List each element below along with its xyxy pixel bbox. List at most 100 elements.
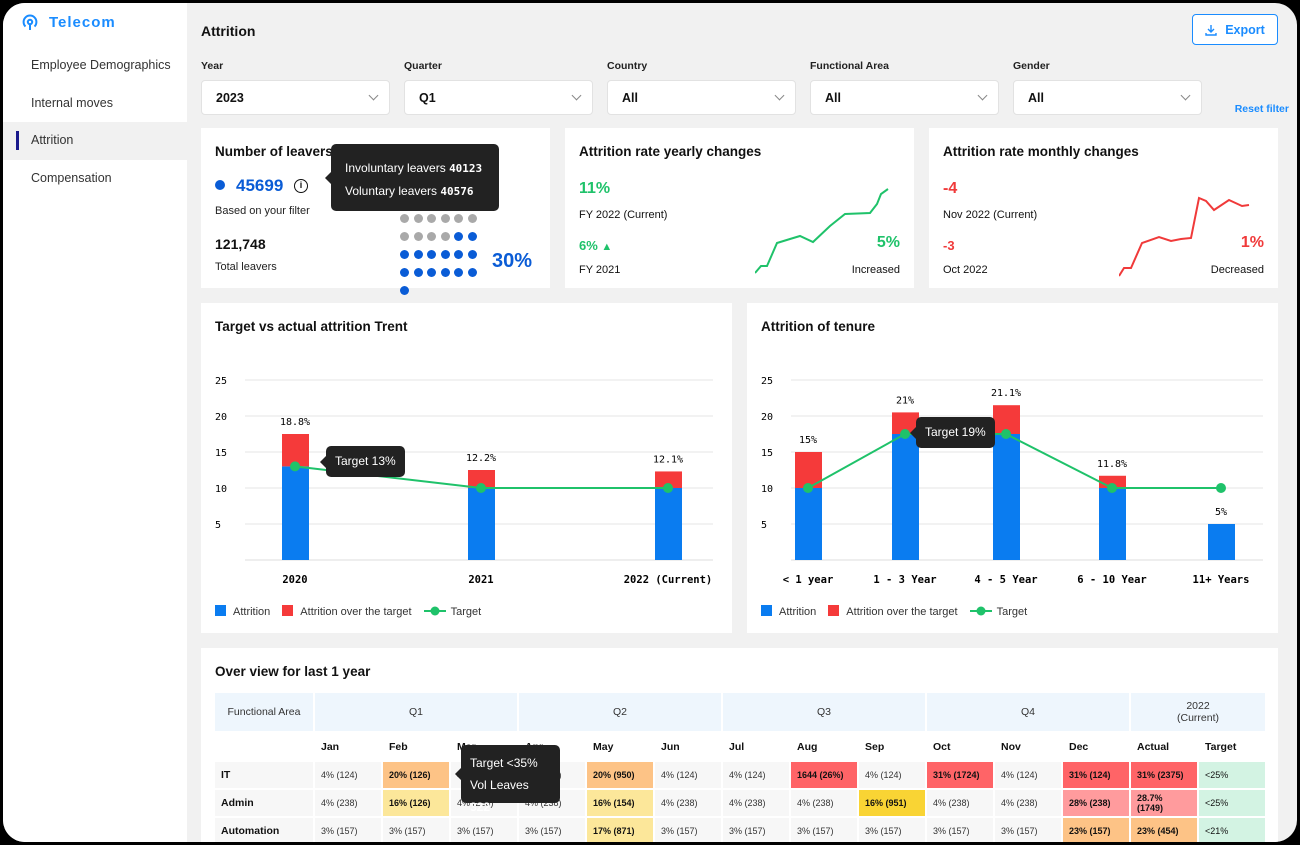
table-cell[interactable]: 3% (157) bbox=[315, 818, 381, 842]
person-dot bbox=[454, 267, 463, 277]
bar-attrition bbox=[282, 466, 309, 560]
table-group-header: Functional Area Q1 Q2 Q3 Q4 2022 (Current… bbox=[215, 693, 1265, 731]
target-point bbox=[290, 461, 300, 472]
bar-attrition bbox=[1208, 524, 1235, 560]
person-dot bbox=[467, 267, 477, 277]
table-cell[interactable]: 3% (157) bbox=[995, 818, 1061, 842]
table-cell[interactable]: 20% (950) bbox=[587, 762, 653, 788]
table-cell[interactable]: 23% (157) bbox=[1063, 818, 1129, 842]
table-cell[interactable]: 16% (154) bbox=[587, 790, 653, 816]
table-cell[interactable]: 4% (238) bbox=[995, 790, 1061, 816]
table-row: IT4% (124)20% (126)4% (124)4% (124)20% (… bbox=[215, 762, 1265, 788]
section-title: Over view for last 1 year bbox=[215, 664, 371, 679]
table-cell[interactable]: 31% (1724) bbox=[927, 762, 993, 788]
filter-label: Quarter bbox=[404, 60, 442, 72]
table-cell[interactable]: 28.7% (1749) bbox=[1131, 790, 1197, 816]
info-icon[interactable]: i bbox=[294, 179, 308, 193]
filter-country: Country All bbox=[607, 60, 796, 115]
table-cell[interactable]: <21% bbox=[1199, 818, 1265, 842]
legend-target[interactable]: Target bbox=[969, 606, 1027, 618]
card-title: Attrition rate yearly changes bbox=[579, 144, 762, 159]
table-cell[interactable]: 3% (157) bbox=[791, 818, 857, 842]
export-button[interactable]: Export bbox=[1192, 14, 1278, 45]
table-cell[interactable]: 4% (124) bbox=[859, 762, 925, 788]
leavers-caption: Based on your filter bbox=[215, 205, 310, 217]
arrow-up-icon: ▲ bbox=[601, 241, 613, 253]
overview-table: Functional Area Q1 Q2 Q3 Q4 2022 (Current… bbox=[213, 691, 1267, 842]
target-point bbox=[1107, 483, 1117, 493]
table-cell[interactable]: 4% (124) bbox=[995, 762, 1061, 788]
filter-label: Functional Area bbox=[810, 60, 889, 72]
table-cell[interactable]: 4% (124) bbox=[723, 762, 789, 788]
table-cell[interactable]: 31% (2375) bbox=[1131, 762, 1197, 788]
table-cell[interactable]: 4% (238) bbox=[723, 790, 789, 816]
tooltip-label: Involuntary leavers bbox=[345, 161, 446, 175]
table-month-header: JanFebMarAprMayJunJulAugSepOctNovDecActu… bbox=[215, 733, 1265, 760]
table-cell[interactable]: <25% bbox=[1199, 790, 1265, 816]
previous-label: Oct 2022 bbox=[943, 264, 988, 276]
reset-filter-link[interactable]: Reset filter bbox=[1235, 103, 1289, 115]
year-select[interactable]: 2023 bbox=[201, 80, 390, 115]
cell-tooltip: Target <35% Vol Leaves 322 bbox=[455, 745, 560, 814]
table-cell[interactable]: 3% (157) bbox=[655, 818, 721, 842]
person-dot bbox=[413, 249, 423, 259]
table-cell[interactable]: 3% (157) bbox=[451, 818, 517, 842]
filter-label: Country bbox=[607, 60, 648, 72]
functional-area-select[interactable]: All bbox=[810, 80, 999, 115]
x-tick-label: 11+ Years bbox=[1193, 574, 1250, 586]
table-cell[interactable]: 16% (126) bbox=[383, 790, 449, 816]
y-tick-label: 10 bbox=[215, 484, 227, 495]
table-cell[interactable]: 4% (124) bbox=[315, 762, 381, 788]
country-select[interactable]: All bbox=[607, 80, 796, 115]
table-cell[interactable]: 4% (238) bbox=[791, 790, 857, 816]
month-header: Actual bbox=[1131, 733, 1197, 760]
legend-attrition[interactable]: Attrition bbox=[761, 605, 816, 618]
table-row: Admin 4% (238) 16% (126) 4% (238) 4% (238) 16… bbox=[215, 790, 1265, 816]
chart-tooltip: Target 13% bbox=[320, 446, 405, 477]
month-header: Oct bbox=[927, 733, 993, 760]
monthly-changes-card: Attrition rate monthly changes -4 Nov 20… bbox=[929, 128, 1278, 288]
sidebar-item-compensation[interactable]: Compensation bbox=[3, 160, 187, 198]
chart-legend: Attrition Attrition over the target Targ… bbox=[215, 605, 481, 618]
person-dot bbox=[413, 213, 423, 223]
change-value: 1% bbox=[1240, 234, 1264, 251]
previous-rate: 6% ▲ bbox=[579, 238, 612, 253]
table-cell[interactable]: 23% (454) bbox=[1131, 818, 1197, 842]
month-header: May bbox=[587, 733, 653, 760]
table-cell[interactable]: 4% (238) bbox=[927, 790, 993, 816]
legend-over-target[interactable]: Attrition over the target bbox=[828, 605, 958, 618]
bar-attrition bbox=[468, 488, 495, 560]
table-cell[interactable]: 20% (126) bbox=[383, 762, 449, 788]
table-cell[interactable]: 3% (157) bbox=[859, 818, 925, 842]
legend-attrition[interactable]: Attrition bbox=[215, 605, 270, 618]
legend-target[interactable]: Target bbox=[423, 606, 481, 618]
gender-select[interactable]: All bbox=[1013, 80, 1202, 115]
quarter-select[interactable]: Q1 bbox=[404, 80, 593, 115]
table-cell[interactable]: 3% (157) bbox=[723, 818, 789, 842]
sidebar-item-attrition[interactable]: Attrition bbox=[3, 122, 187, 160]
table-cell[interactable]: 1644 (26%) bbox=[791, 762, 857, 788]
legend-over-target[interactable]: Attrition over the target bbox=[282, 605, 412, 618]
quarter-header: Q1 bbox=[315, 693, 517, 731]
table-cell[interactable]: 31% (124) bbox=[1063, 762, 1129, 788]
month-header: Dec bbox=[1063, 733, 1129, 760]
sidebar-item-internal-moves[interactable]: Internal moves bbox=[3, 85, 187, 123]
table-cell[interactable]: 16% (951) bbox=[859, 790, 925, 816]
sidebar-item-employee-demographics[interactable]: Employee Demographics bbox=[3, 47, 187, 85]
table-cell[interactable]: 17% (871) bbox=[587, 818, 653, 842]
table-cell[interactable]: 4% (124) bbox=[655, 762, 721, 788]
table-cell[interactable]: 4% (238) bbox=[655, 790, 721, 816]
target-vs-actual-chart: 5 10 15 20 25 18.8% 2020 12.2% 2021 12.1% 2022 (Cu… bbox=[215, 376, 713, 586]
table-cell[interactable]: 3% (157) bbox=[519, 818, 585, 842]
current-rate: -4 bbox=[943, 180, 958, 197]
table-cell[interactable]: <25% bbox=[1199, 762, 1265, 788]
x-tick-label: 6 - 10 Year bbox=[1077, 574, 1147, 586]
leavers-percent: 30% bbox=[492, 250, 533, 272]
previous-value: 6% bbox=[579, 238, 598, 253]
table-cell[interactable]: 4% (238) bbox=[315, 790, 381, 816]
logo[interactable]: Telecom bbox=[21, 13, 116, 31]
table-cell[interactable]: 28% (238) bbox=[1063, 790, 1129, 816]
current-label: Nov 2022 (Current) bbox=[943, 209, 1038, 221]
table-cell[interactable]: 3% (157) bbox=[927, 818, 993, 842]
table-cell[interactable]: 3% (157) bbox=[383, 818, 449, 842]
